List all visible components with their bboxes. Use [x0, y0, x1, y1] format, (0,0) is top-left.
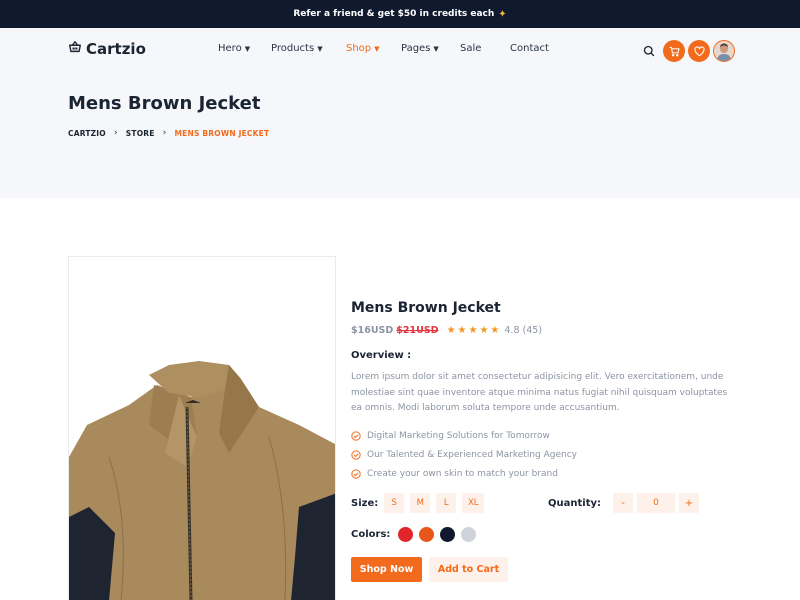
- size-option-l[interactable]: L: [436, 493, 457, 513]
- promo-text: Refer a friend & get $50 in credits each: [293, 9, 495, 19]
- shop-now-button[interactable]: Shop Now: [351, 557, 422, 582]
- star-rating-icon: ★★★★★: [446, 325, 502, 336]
- action-buttons: Shop Now Add to Cart: [351, 557, 508, 582]
- caret-down-icon: ▼: [433, 44, 439, 53]
- nav-item-shop[interactable]: Shop ▼: [346, 43, 401, 54]
- header-actions: [642, 40, 735, 62]
- check-circle-icon: [351, 469, 361, 479]
- quantity-decrease-button[interactable]: -: [613, 493, 633, 513]
- nav-label: Shop: [346, 43, 372, 54]
- color-swatch-navy[interactable]: [440, 527, 456, 542]
- size-option-xl[interactable]: XL: [462, 493, 485, 513]
- old-price: $21USD: [396, 325, 439, 336]
- chevron-right-icon: ›: [113, 128, 118, 138]
- basket-icon: [68, 40, 82, 58]
- nav-item-products[interactable]: Products ▼: [271, 43, 346, 54]
- color-selector: Colors:: [351, 527, 477, 542]
- nav-label: Sale: [460, 43, 482, 54]
- chevron-right-icon: ›: [162, 128, 167, 138]
- avatar[interactable]: [713, 40, 735, 62]
- heart-icon[interactable]: [688, 40, 710, 62]
- size-label: Size:: [351, 497, 379, 509]
- nav-item-contact[interactable]: Contact: [510, 43, 549, 54]
- search-icon[interactable]: [642, 44, 656, 58]
- rating-text: 4.8 (45): [504, 325, 543, 336]
- list-item: Our Talented & Experienced Marketing Age…: [351, 446, 731, 465]
- check-circle-icon: [351, 450, 361, 460]
- product-details: Mens Brown Jecket $16USD $21USD ★★★★★ 4.…: [351, 300, 731, 582]
- feature-text: Digital Marketing Solutions for Tomorrow: [367, 431, 550, 441]
- product-image[interactable]: [68, 256, 336, 600]
- nav-label: Products: [271, 43, 315, 54]
- colors-label: Colors:: [351, 529, 391, 540]
- check-circle-icon: [351, 431, 361, 441]
- sparkle-icon: ✦: [498, 8, 507, 20]
- breadcrumb: CARTZIO › STORE › MENS BROWN JECKET: [68, 128, 269, 138]
- caret-down-icon: ▼: [317, 44, 323, 53]
- size-option-s[interactable]: S: [384, 493, 405, 513]
- color-swatch-orange[interactable]: [419, 527, 435, 542]
- main-nav: Hero ▼ Products ▼ Shop ▼ Pages ▼ Sale Contac…: [218, 43, 549, 54]
- quantity-stepper: Quantity: - 0 +: [548, 493, 699, 513]
- size-option-m[interactable]: M: [410, 493, 431, 513]
- feature-text: Create your own skin to match your brand: [367, 469, 558, 479]
- feature-list: Digital Marketing Solutions for Tomorrow…: [351, 427, 731, 484]
- overview-label: Overview :: [351, 350, 412, 361]
- breadcrumb-home[interactable]: CARTZIO: [68, 129, 106, 138]
- price: $16USD: [351, 325, 394, 336]
- breadcrumb-current: MENS BROWN JECKET: [174, 128, 270, 138]
- caret-down-icon: ▼: [374, 44, 380, 53]
- color-swatch-gray[interactable]: [461, 527, 477, 542]
- brand-name: Cartzio: [86, 40, 146, 58]
- brand-logo[interactable]: Cartzio: [68, 40, 146, 58]
- nav-label: Hero: [218, 43, 242, 54]
- quantity-input[interactable]: 0: [637, 493, 675, 513]
- overview-text: Lorem ipsum dolor sit amet consectetur a…: [351, 372, 728, 413]
- price-row: $16USD $21USD ★★★★★ 4.8 (45): [351, 325, 731, 336]
- nav-label: Pages: [401, 43, 431, 54]
- product-title: Mens Brown Jecket: [351, 300, 501, 316]
- nav-item-pages[interactable]: Pages ▼: [401, 43, 460, 54]
- jacket-image: [69, 361, 335, 600]
- breadcrumb-store[interactable]: STORE: [126, 129, 155, 138]
- nav-item-hero[interactable]: Hero ▼: [218, 43, 271, 54]
- color-swatch-red[interactable]: [398, 527, 414, 542]
- quantity-increase-button[interactable]: +: [679, 493, 699, 513]
- promo-bar: Refer a friend & get $50 in credits each…: [0, 0, 800, 28]
- page-title: Mens Brown Jecket: [68, 93, 261, 114]
- cart-icon[interactable]: [663, 40, 685, 62]
- feature-text: Our Talented & Experienced Marketing Age…: [367, 450, 577, 460]
- nav-item-sale[interactable]: Sale: [460, 43, 510, 54]
- size-selector: Size: S M L XL: [351, 493, 485, 513]
- list-item: Create your own skin to match your brand: [351, 465, 731, 484]
- nav-label: Contact: [510, 43, 549, 54]
- add-to-cart-button[interactable]: Add to Cart: [429, 557, 508, 582]
- quantity-label: Quantity:: [548, 497, 601, 509]
- caret-down-icon: ▼: [244, 44, 251, 53]
- list-item: Digital Marketing Solutions for Tomorrow: [351, 427, 731, 446]
